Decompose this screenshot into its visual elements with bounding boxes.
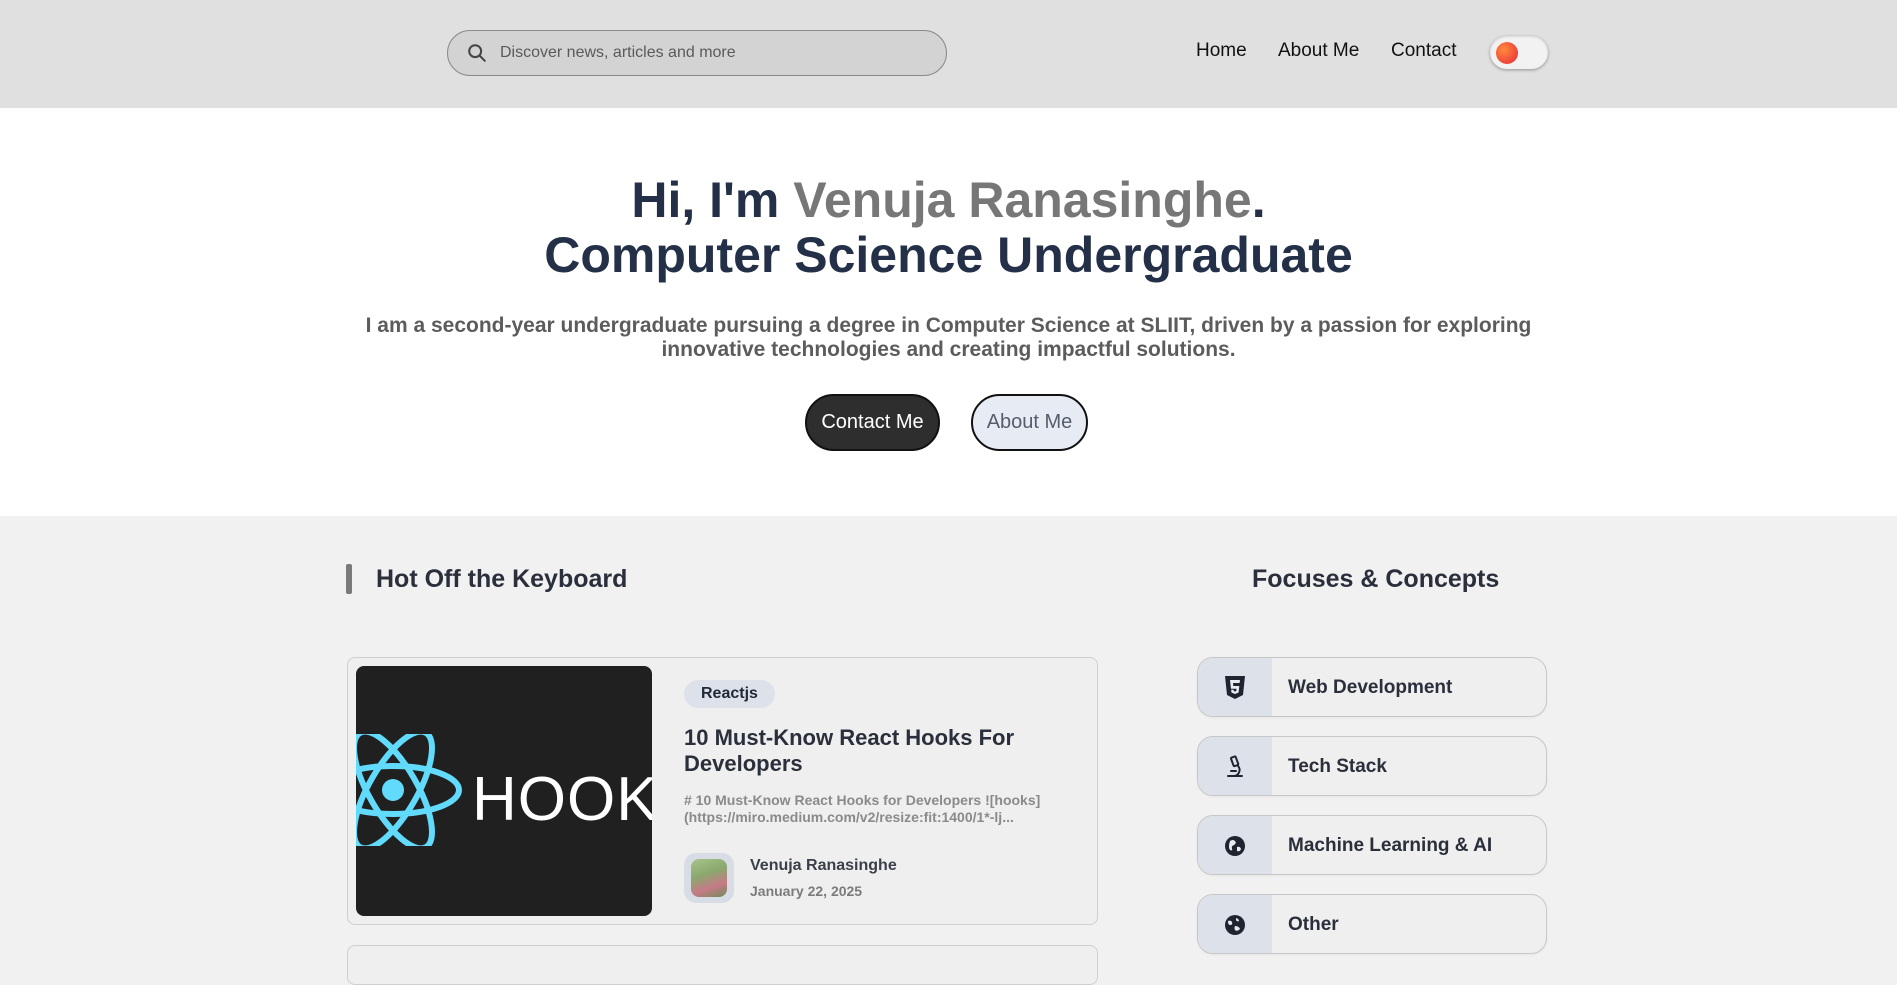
- author-photo: [691, 859, 727, 897]
- focus-label: Web Development: [1288, 677, 1453, 698]
- search-icon: [468, 44, 486, 62]
- hero-role: Computer Science Undergraduate: [544, 227, 1353, 283]
- focus-label: Machine Learning & AI: [1288, 835, 1493, 856]
- focus-section-title: Focuses & Concepts: [1252, 565, 1500, 593]
- focus-item-tech-stack[interactable]: Tech Stack: [1197, 736, 1547, 796]
- brain-globe-icon: [1225, 836, 1245, 856]
- greeting-text: Hi, I'm: [631, 172, 794, 228]
- contact-me-button[interactable]: Contact Me: [805, 394, 940, 451]
- post-date: January 22, 2025: [750, 883, 863, 899]
- hero-name: Venuja Ranasinghe: [793, 172, 1252, 228]
- search-bar[interactable]: [447, 30, 947, 76]
- theme-toggle[interactable]: [1490, 36, 1548, 69]
- post-card-next[interactable]: [347, 945, 1098, 985]
- nav-home-link[interactable]: Home: [1196, 40, 1247, 62]
- section-accent-bar: [346, 564, 352, 594]
- post-thumbnail: HOOKS: [356, 666, 652, 916]
- post-card[interactable]: HOOKS Reactjs 10 Must-Know React Hooks F…: [347, 657, 1098, 925]
- react-logo-icon: [356, 734, 462, 846]
- focus-icon-box: [1198, 816, 1272, 874]
- globe-icon: [1225, 915, 1245, 935]
- theme-toggle-knob: [1496, 42, 1518, 64]
- posts-section-title: Hot Off the Keyboard: [376, 565, 628, 593]
- post-title[interactable]: 10 Must-Know React Hooks For Developers: [684, 725, 1074, 777]
- author-avatar: [684, 853, 734, 903]
- focus-icon-box: [1198, 737, 1272, 795]
- focus-item-web-development[interactable]: Web Development: [1197, 657, 1547, 717]
- focus-label: Tech Stack: [1288, 756, 1387, 777]
- greeting-punct: .: [1251, 172, 1266, 228]
- focus-icon-box: [1198, 658, 1272, 716]
- microscope-icon: [1227, 755, 1243, 777]
- focus-item-machine-learning[interactable]: Machine Learning & AI: [1197, 815, 1547, 875]
- hero-description: I am a second-year undergraduate pursuin…: [365, 314, 1532, 361]
- html5-icon: [1225, 676, 1245, 699]
- post-author: Venuja Ranasinghe: [750, 857, 897, 874]
- about-me-button[interactable]: About Me: [971, 394, 1088, 451]
- top-navbar: Home About Me Contact: [0, 0, 1897, 108]
- post-excerpt: # 10 Must-Know React Hooks for Developer…: [684, 792, 1041, 825]
- focus-icon-box: [1198, 895, 1272, 953]
- thumbnail-text: HOOKS: [472, 765, 652, 834]
- post-tag[interactable]: Reactjs: [684, 680, 775, 708]
- hero-section: Hi, I'm Venuja Ranasinghe. Computer Scie…: [0, 108, 1897, 516]
- search-input[interactable]: [500, 44, 900, 62]
- nav-about-link[interactable]: About Me: [1278, 40, 1359, 62]
- focus-item-other[interactable]: Other: [1197, 894, 1547, 954]
- nav-contact-link[interactable]: Contact: [1391, 40, 1456, 62]
- focus-label: Other: [1288, 914, 1339, 935]
- hero-greeting: Hi, I'm Venuja Ranasinghe.: [0, 172, 1897, 228]
